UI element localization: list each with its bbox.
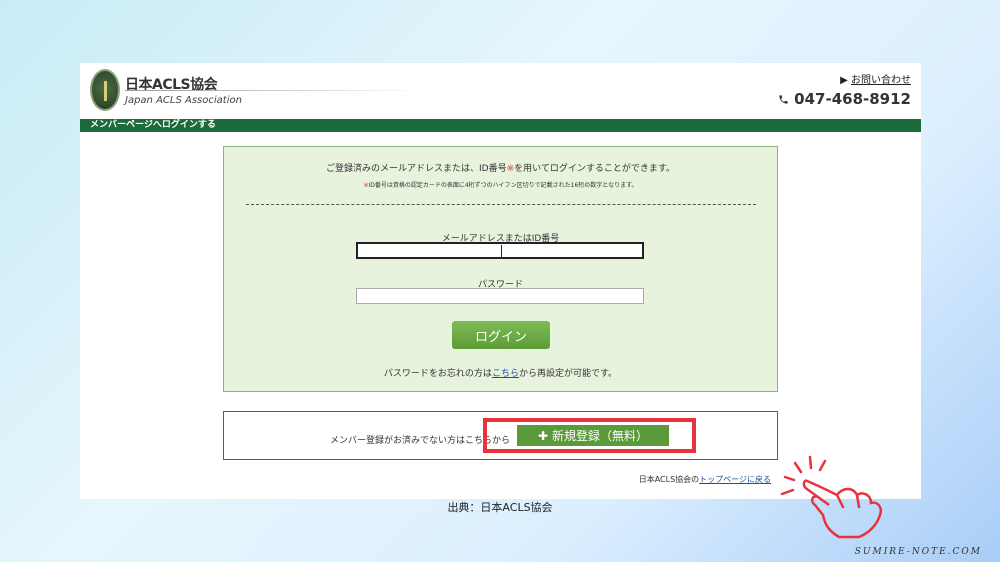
- triangle-right-icon: ▶: [840, 75, 848, 86]
- logo-divider: [125, 90, 425, 91]
- text-caret: [501, 245, 502, 257]
- login-button[interactable]: ログイン: [452, 321, 550, 349]
- forgot-password-text: パスワードをお忘れの方はこちらから再設定が可能です。: [383, 369, 618, 379]
- pointing-hand-icon: [780, 455, 882, 539]
- logo-japanese: 日本ACLS協会: [125, 77, 218, 93]
- watermark: SUMIRE-NOTE.COM: [854, 547, 982, 557]
- phone-icon: [779, 95, 788, 104]
- login-panel: ご登録済みのメールアドレスまたは、ID番号※を用いてログインすることができます。…: [223, 146, 778, 392]
- acls-seal-icon: [90, 69, 120, 111]
- register-panel: メンバー登録がお済みでない方はこちらから ✚ 新規登録（無料）: [223, 411, 778, 460]
- login-page: 日本ACLS協会 Japan ACLS Association ▶ お問い合わせ…: [80, 63, 921, 539]
- dashed-divider: [246, 204, 756, 205]
- phone-number: 047-468-8912: [778, 90, 911, 108]
- plus-icon: ✚: [537, 428, 549, 443]
- login-intro: ご登録済みのメールアドレスまたは、ID番号※を用いてログインすることができます。: [326, 164, 675, 174]
- email-field[interactable]: [356, 242, 644, 259]
- contact-link-wrap: ▶ お問い合わせ: [840, 71, 911, 86]
- new-registration-label: 新規登録（無料）: [552, 429, 649, 443]
- phone-number-text: 047-468-8912: [794, 90, 911, 108]
- contact-link[interactable]: お問い合わせ: [851, 75, 911, 86]
- source-caption: 出典：日本ACLS協会: [447, 501, 553, 514]
- id-note: ※ID番号は資格の認定カードの表面に4桁ずつのハイフン区切りで記載された16桁の…: [363, 182, 638, 189]
- back-to-top: 日本ACLS協会のトップページに戻る: [638, 475, 771, 484]
- section-title-bar: メンバーページへログインする: [80, 119, 921, 132]
- new-registration-button[interactable]: ✚ 新規登録（無料）: [517, 425, 669, 446]
- password-field[interactable]: [356, 288, 644, 304]
- logo-english: Japan ACLS Association: [125, 95, 242, 106]
- top-page-link[interactable]: トップページに戻る: [699, 475, 771, 484]
- reset-password-link[interactable]: こちら: [492, 369, 519, 379]
